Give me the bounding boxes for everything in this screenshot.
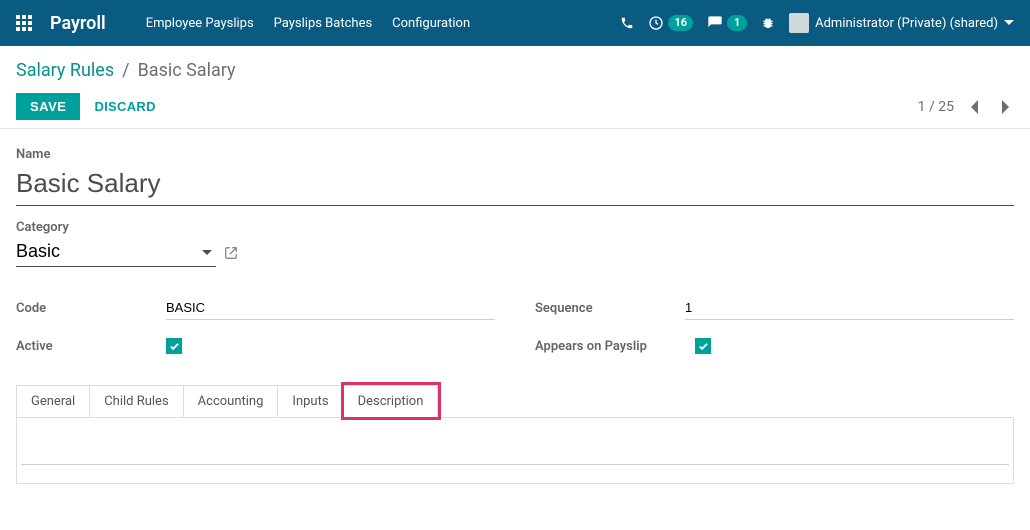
debug-icon[interactable]: [761, 16, 775, 30]
caret-down-icon: [1004, 18, 1014, 28]
nav-payslips-batches[interactable]: Payslips Batches: [274, 16, 373, 31]
control-panel: Salary Rules / Basic Salary SAVE DISCARD…: [0, 46, 1030, 129]
tab-general[interactable]: General: [16, 385, 90, 417]
app-name[interactable]: Payroll: [50, 13, 106, 34]
category-label: Category: [16, 220, 1014, 235]
save-button[interactable]: SAVE: [16, 93, 80, 120]
nav-links: Employee Payslips Payslips Batches Confi…: [146, 16, 470, 31]
breadcrumb-sep: /: [122, 60, 129, 81]
user-label: Administrator (Private) (shared): [815, 16, 998, 31]
appears-field: Appears on Payslip: [535, 331, 1014, 361]
name-field: Name: [16, 147, 1014, 206]
sequence-input[interactable]: [685, 296, 1014, 320]
description-textarea[interactable]: [21, 432, 1009, 465]
external-link-icon[interactable]: [224, 246, 238, 260]
discard-button[interactable]: DISCARD: [80, 93, 169, 120]
code-input[interactable]: [166, 296, 495, 320]
sequence-field: Sequence: [535, 293, 1014, 323]
active-label: Active: [16, 339, 166, 354]
notebook: General Child Rules Accounting Inputs De…: [16, 385, 1014, 484]
appears-checkbox[interactable]: [695, 338, 711, 354]
breadcrumb-root[interactable]: Salary Rules: [16, 60, 114, 81]
tab-child-rules[interactable]: Child Rules: [90, 385, 183, 417]
apps-icon[interactable]: [16, 15, 32, 31]
pager-prev[interactable]: [966, 96, 984, 118]
phone-icon[interactable]: [620, 16, 634, 30]
tab-accounting[interactable]: Accounting: [184, 385, 279, 417]
pager-next[interactable]: [996, 96, 1014, 118]
pager: 1 / 25: [918, 96, 1014, 118]
form-sheet: Name Category Code Active: [0, 129, 1030, 502]
activities-count: 16: [668, 15, 693, 31]
breadcrumb-current: Basic Salary: [138, 60, 236, 81]
tab-inputs[interactable]: Inputs: [278, 385, 343, 417]
pager-text: 1 / 25: [918, 99, 954, 115]
sequence-label: Sequence: [535, 301, 685, 316]
active-field: Active: [16, 331, 495, 361]
category-field: Category: [16, 220, 1014, 267]
messages-count: 1: [727, 15, 747, 31]
user-menu[interactable]: Administrator (Private) (shared): [789, 13, 1014, 33]
avatar: [789, 13, 809, 33]
top-navbar: Payroll Employee Payslips Payslips Batch…: [0, 0, 1030, 46]
name-label: Name: [16, 147, 1014, 162]
tab-description[interactable]: Description: [344, 385, 439, 417]
breadcrumb: Salary Rules / Basic Salary: [16, 60, 1014, 81]
activities-button[interactable]: 16: [648, 15, 693, 31]
nav-employee-payslips[interactable]: Employee Payslips: [146, 16, 254, 31]
name-input[interactable]: [16, 166, 1014, 206]
code-field: Code: [16, 293, 495, 323]
appears-label: Appears on Payslip: [535, 339, 695, 354]
code-label: Code: [16, 301, 166, 316]
nav-configuration[interactable]: Configuration: [392, 16, 470, 31]
category-input[interactable]: [16, 239, 216, 267]
tab-body-description: [16, 417, 1014, 484]
messages-button[interactable]: 1: [707, 15, 747, 31]
active-checkbox[interactable]: [166, 338, 182, 354]
